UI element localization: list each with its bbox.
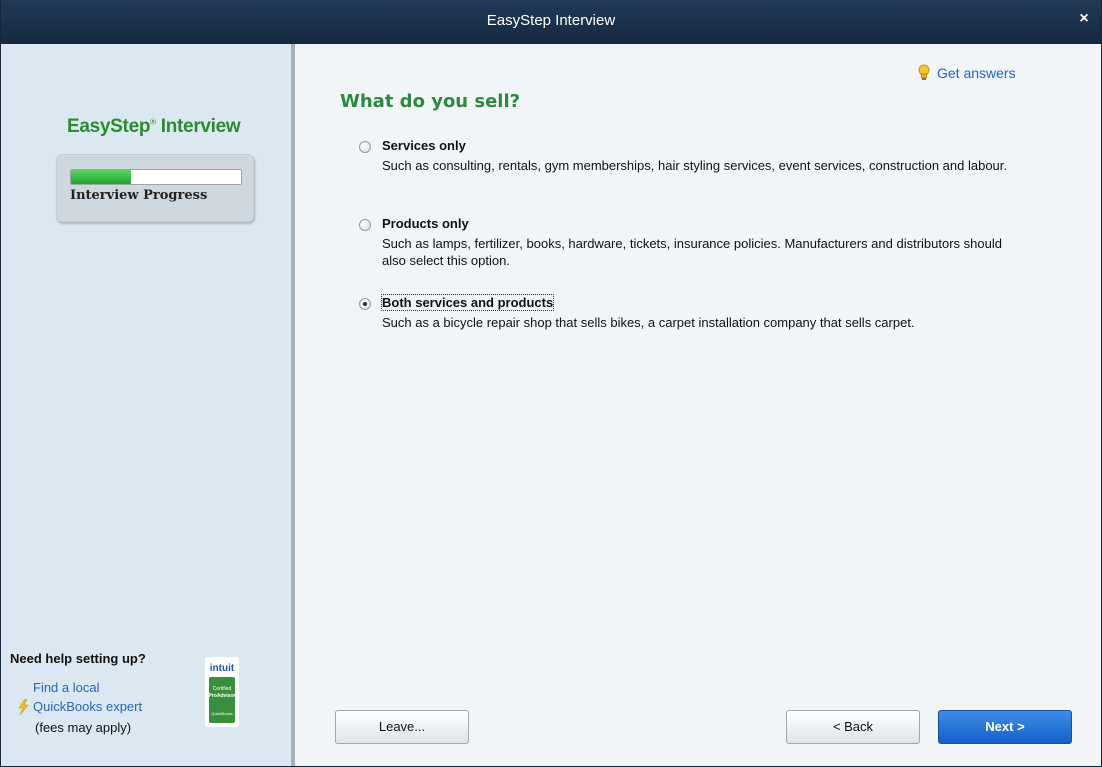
option-description: Such as a bicycle repair shop that sells… bbox=[382, 315, 915, 330]
lightbulb-icon bbox=[918, 64, 930, 80]
proadvisor-badge: intuit Certified ProAdvisor QuickBooks bbox=[205, 657, 239, 727]
progress-label: Interview Progress bbox=[70, 188, 208, 203]
sidebar-title-suffix: Interview bbox=[155, 116, 241, 137]
get-answers-link[interactable]: Get answers bbox=[937, 65, 1016, 81]
sidebar-title-main: EasyStep bbox=[67, 116, 151, 137]
radio-selected-dot bbox=[363, 302, 367, 306]
radio-services-only[interactable] bbox=[359, 141, 371, 153]
close-button[interactable]: × bbox=[1075, 10, 1093, 28]
progress-bar-fill bbox=[71, 170, 131, 184]
easystep-window: EasyStep Interview × EasyStep® Interview… bbox=[0, 0, 1102, 767]
badge-line1: Certified bbox=[213, 686, 232, 692]
sidebar: EasyStep® Interview Interview Progress N… bbox=[1, 44, 295, 766]
badge-line3: QuickBooks bbox=[211, 711, 232, 716]
option-label[interactable]: Products only bbox=[382, 216, 469, 231]
main-content: Get answers What do you sell? Services o… bbox=[295, 44, 1101, 766]
badge-brand: intuit bbox=[210, 663, 235, 674]
window-title: EasyStep Interview bbox=[486, 12, 616, 29]
help-heading: Need help setting up? bbox=[10, 651, 146, 666]
badge-line2: ProAdvisor bbox=[209, 693, 236, 699]
next-button[interactable]: Next > bbox=[938, 710, 1072, 744]
lightning-icon bbox=[18, 699, 29, 715]
option-label[interactable]: Both services and products bbox=[380, 294, 555, 311]
find-expert-link[interactable]: Find a local bbox=[33, 680, 99, 695]
leave-button[interactable]: Leave... bbox=[335, 710, 469, 744]
option-description: Such as consulting, rentals, gym members… bbox=[382, 158, 1008, 173]
interview-progress-panel: Interview Progress bbox=[56, 154, 254, 222]
quickbooks-expert-link[interactable]: QuickBooks expert bbox=[33, 699, 142, 714]
sidebar-title: EasyStep® Interview bbox=[67, 116, 241, 138]
radio-products-only[interactable] bbox=[359, 219, 371, 231]
fees-note: (fees may apply) bbox=[35, 720, 132, 735]
progress-bar bbox=[70, 169, 242, 185]
question-heading: What do you sell? bbox=[340, 91, 521, 112]
option-label[interactable]: Services only bbox=[382, 138, 466, 153]
option-description: Such as lamps, fertilizer, books, hardwa… bbox=[382, 236, 1002, 268]
back-button[interactable]: < Back bbox=[786, 710, 920, 744]
title-bar[interactable]: EasyStep Interview × bbox=[1, 0, 1101, 44]
radio-both[interactable] bbox=[359, 298, 371, 310]
